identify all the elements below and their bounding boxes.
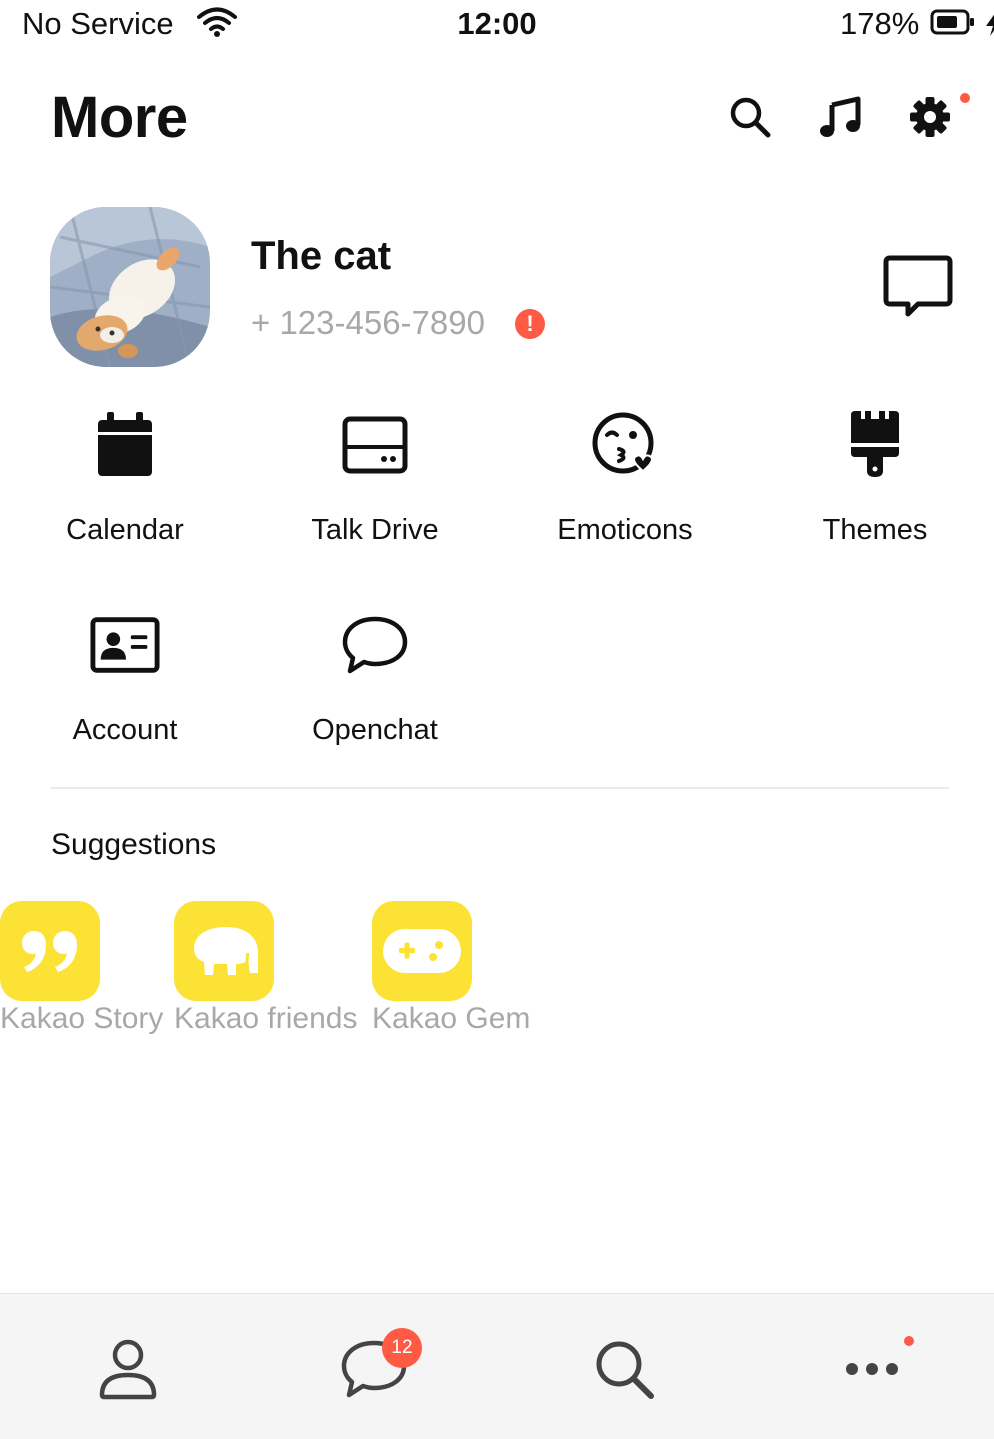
- calendar-icon: [90, 410, 160, 480]
- menu-item-talk-drive[interactable]: Talk Drive: [250, 410, 500, 580]
- battery-icon: [930, 9, 976, 40]
- divider: [50, 787, 949, 789]
- unread-badge: 12: [382, 1328, 422, 1368]
- elephant-icon: [174, 901, 274, 1001]
- tab-bar: 12: [0, 1293, 994, 1439]
- gamepad-icon: [372, 901, 472, 1001]
- settings-notification-dot: [960, 93, 970, 103]
- page-title: More: [51, 85, 188, 150]
- menu-item-label: Account: [72, 714, 178, 746]
- profile-phone: + 123-456-7890: [251, 304, 485, 341]
- theme-brush-icon: [840, 410, 910, 480]
- more-dots-icon: [846, 1363, 898, 1375]
- alert-icon[interactable]: !: [515, 309, 545, 339]
- suggestion-kakao-story[interactable]: Kakao Story: [0, 901, 163, 1035]
- music-icon[interactable]: [815, 92, 865, 142]
- more-notification-dot: [904, 1336, 914, 1346]
- suggestions-title: Suggestions: [51, 828, 217, 861]
- menu-item-label: Openchat: [312, 714, 438, 746]
- person-icon: [99, 1339, 157, 1400]
- account-card-icon: [90, 610, 160, 680]
- profile-name[interactable]: The cat: [251, 234, 391, 279]
- menu-item-emoticons[interactable]: Emoticons: [500, 410, 750, 580]
- quote-icon: [0, 901, 100, 1001]
- menu-item-label: Talk Drive: [311, 514, 439, 546]
- tab-search[interactable]: [584, 1334, 664, 1404]
- search-icon: [596, 1341, 654, 1399]
- avatar[interactable]: [50, 207, 210, 367]
- emoticon-icon: [590, 410, 660, 480]
- menu-item-label: Calendar: [66, 514, 184, 546]
- suggestion-kakao-friends[interactable]: Kakao friends: [174, 901, 357, 1035]
- suggestion-label: Kakao Story: [0, 1002, 164, 1035]
- menu-item-themes[interactable]: Themes: [750, 410, 994, 580]
- chat-with-self-button[interactable]: [882, 252, 954, 324]
- suggestion-label: Kakao Gem: [372, 1002, 531, 1035]
- settings-icon[interactable]: [905, 92, 955, 142]
- menu-item-account[interactable]: Account: [0, 610, 250, 780]
- menu-item-openchat[interactable]: Openchat: [250, 610, 500, 780]
- menu-item-calendar[interactable]: Calendar: [0, 410, 250, 580]
- chat-bubble-icon: [340, 610, 410, 680]
- battery-percent: 178%: [840, 6, 920, 41]
- drive-icon: [340, 410, 410, 480]
- menu-item-label: Themes: [822, 514, 928, 546]
- tab-more[interactable]: [832, 1334, 912, 1404]
- search-icon[interactable]: [725, 92, 775, 142]
- charging-icon: [984, 12, 994, 36]
- status-bar: No Service 12:00 178%: [0, 0, 994, 50]
- suggestion-label: Kakao friends: [174, 1002, 358, 1035]
- tab-friends[interactable]: [88, 1334, 168, 1404]
- suggestion-kakao-gem[interactable]: Kakao Gem: [372, 901, 530, 1035]
- menu-item-label: Emoticons: [557, 514, 693, 546]
